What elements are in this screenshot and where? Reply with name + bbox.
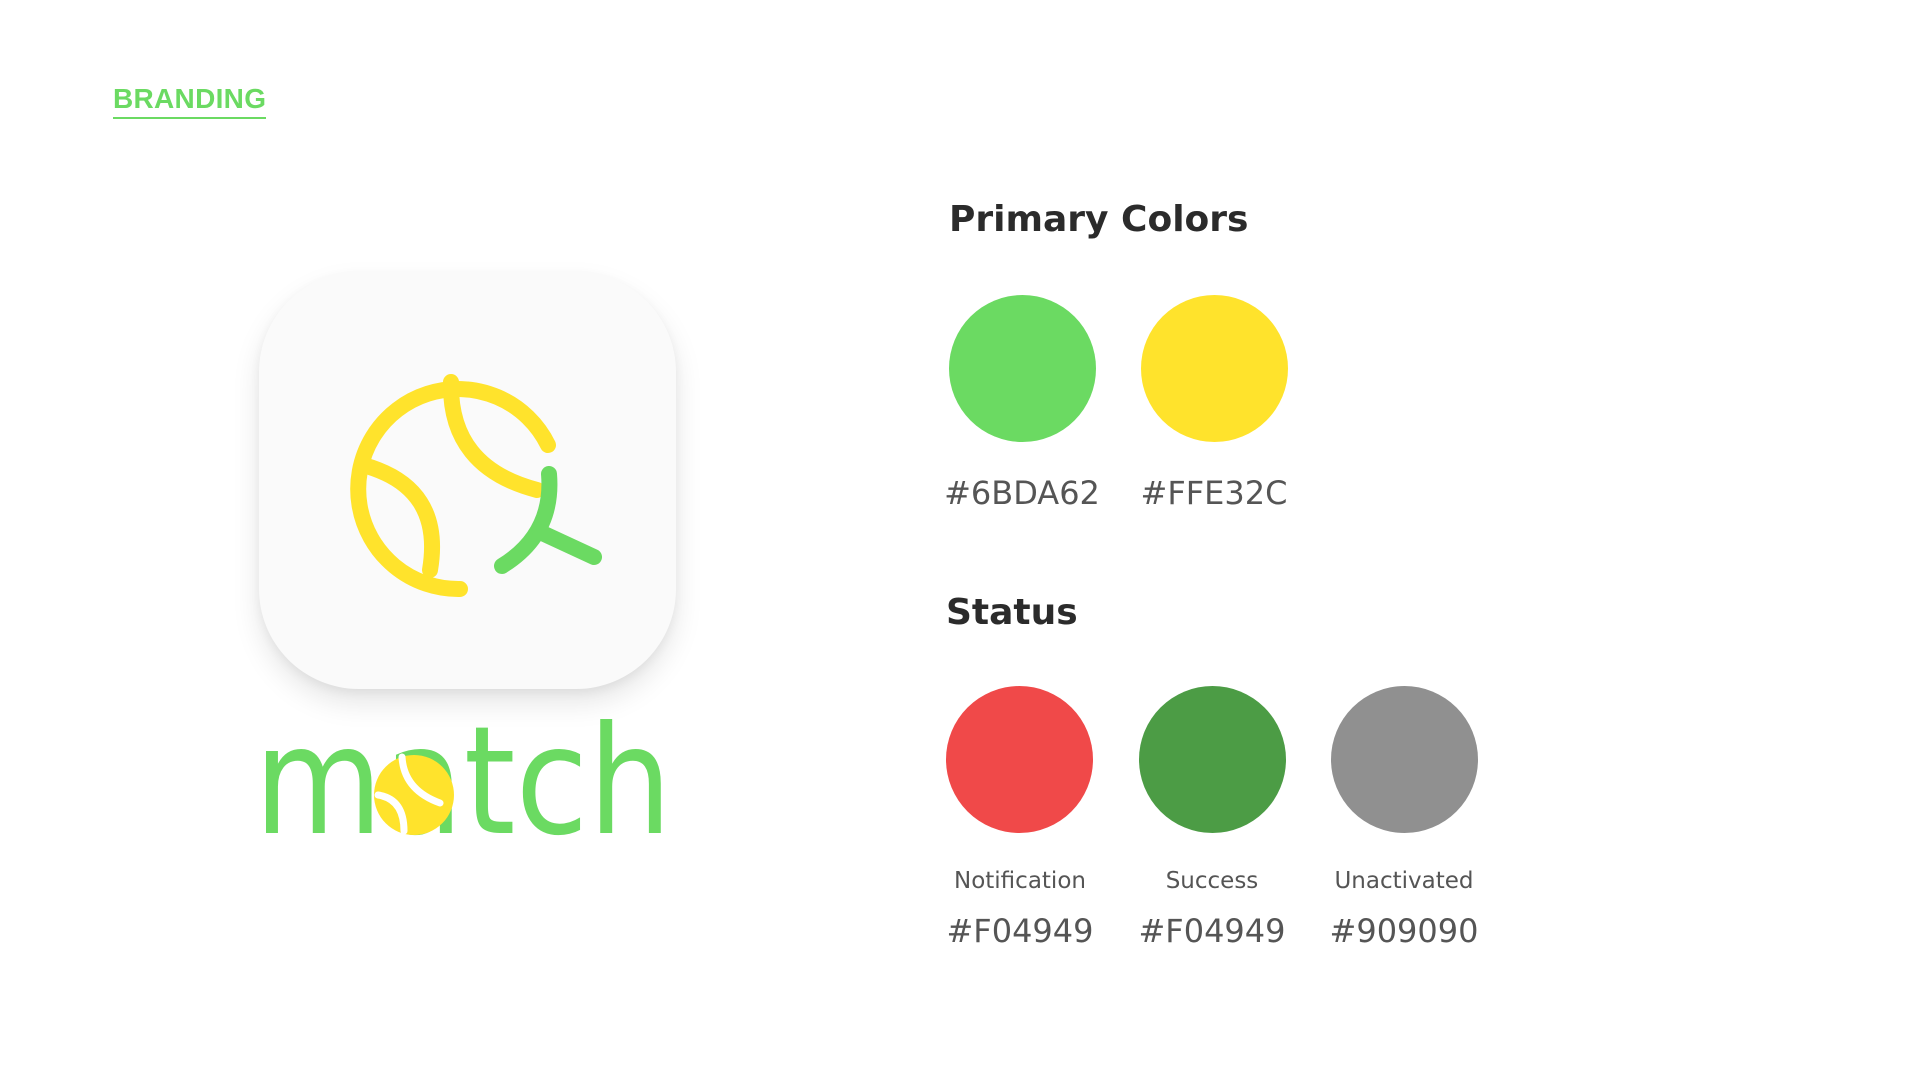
swatch-primary-yellow <box>1141 295 1288 442</box>
label-unactivated: Unactivated <box>1334 868 1474 894</box>
swatch-success <box>1139 686 1286 833</box>
status-title: Status <box>946 592 1078 633</box>
hex-primary-green: #6BDA62 <box>944 474 1100 512</box>
branding-heading: BRANDING <box>113 83 267 119</box>
primary-colors-title: Primary Colors <box>949 199 1249 240</box>
swatch-primary-green <box>949 295 1096 442</box>
hex-notification: #F04949 <box>946 912 1094 950</box>
label-notification: Notification <box>954 868 1086 894</box>
wordmark-text: match <box>254 715 672 845</box>
app-icon <box>259 272 676 689</box>
hex-primary-yellow: #FFE32C <box>1140 474 1288 512</box>
hex-success: #F04949 <box>1138 912 1286 950</box>
label-success: Success <box>1165 868 1259 894</box>
tennis-ball-search-icon <box>350 374 602 598</box>
match-wordmark: match <box>254 695 694 869</box>
hex-unactivated: #909090 <box>1329 912 1479 950</box>
branding-page: BRANDING match Primary Colors #6BDA62 #F… <box>0 0 1920 1080</box>
swatch-notification <box>946 686 1093 833</box>
swatch-unactivated <box>1331 686 1478 833</box>
wordmark-ball-icon <box>374 753 454 835</box>
